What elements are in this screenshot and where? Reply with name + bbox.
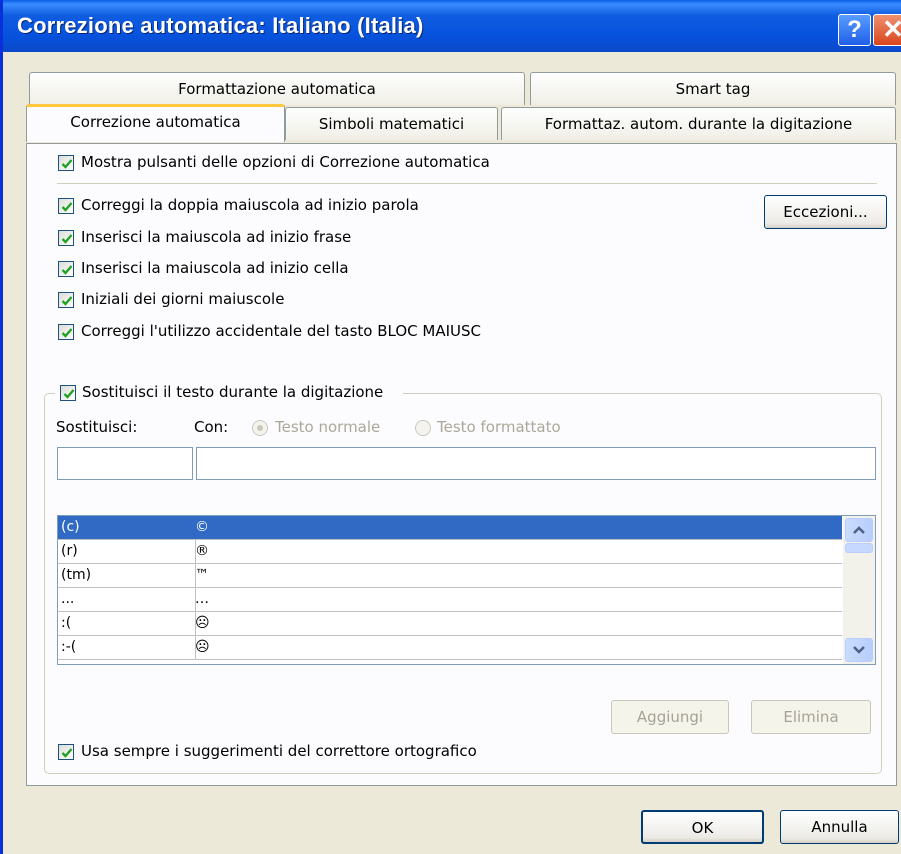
row-to: © [195,519,209,535]
cell-capital-label: Inserisci la maiuscola ad inizio cella [81,259,349,277]
show-buttons-checkbox[interactable] [58,155,74,171]
cancel-button[interactable]: Annulla [780,810,899,844]
window-title: Correzione automatica: Italiano (Italia) [17,13,424,38]
double-capital-label: Correggi la doppia maiuscola ad inizio p… [81,196,419,214]
caps-lock-checkbox[interactable] [58,324,74,340]
list-scrollbar[interactable] [843,516,875,664]
list-row[interactable]: :-( ☹ [58,636,842,660]
row-to: … [195,591,209,607]
add-button[interactable]: Aggiungi [611,700,729,734]
row-from: (c) [61,519,80,535]
list-row[interactable]: (r) ® [58,540,842,564]
replace-text-label: Sostituisci il testo durante la digitazi… [82,383,384,401]
close-button[interactable]: ✕ [873,14,901,46]
show-buttons-label: Mostra pulsanti delle opzioni di Correzi… [81,153,490,171]
caps-lock-label: Correggi l'utilizzo accidentale del tast… [81,322,481,340]
list-row[interactable]: (tm) ™ [58,564,842,588]
row-to: ☹ [195,615,210,631]
radio-formatted-text[interactable] [415,420,431,436]
chevron-down-icon [853,646,865,654]
tab-correzione-automatica[interactable]: Correzione automatica [26,104,285,142]
separator [57,183,877,184]
double-capital-checkbox[interactable] [58,198,74,214]
scroll-up-button[interactable] [845,518,873,542]
list-row[interactable]: :( ☹ [58,612,842,636]
ok-button[interactable]: OK [641,810,764,844]
with-label: Con: [194,418,229,436]
radio-formatted-label: Testo formattato [437,418,561,436]
row-from: (r) [61,543,78,559]
spelling-suggestions-checkbox[interactable] [58,744,74,760]
replacement-list[interactable]: (c) © (r) ® (tm) ™ ... … :( ☹:-(☹ [57,515,876,665]
day-names-checkbox[interactable] [58,292,74,308]
spelling-suggestions-label: Usa sempre i suggerimenti del correttore… [81,742,477,760]
replace-input[interactable] [57,447,193,480]
tab-simboli-matematici[interactable]: Simboli matematici [285,107,498,140]
exceptions-button[interactable]: Eccezioni... [764,195,887,229]
tab-formattazione-automatica[interactable]: Formattazione automatica [29,72,525,105]
scroll-thumb[interactable] [845,543,873,553]
replace-label: Sostituisci: [56,418,138,436]
sentence-capital-checkbox[interactable] [58,230,74,246]
radio-normal-label: Testo normale [275,418,381,436]
autocorrect-dialog: Correzione automatica: Italiano (Italia)… [0,0,901,854]
row-to: ® [195,543,209,559]
list-row[interactable]: ... … [58,588,842,612]
cell-capital-checkbox[interactable] [58,261,74,277]
scroll-down-button[interactable] [845,638,873,662]
row-to: ☹ [195,639,210,655]
row-to: ™ [195,567,209,583]
chevron-up-icon [853,526,865,534]
day-names-label: Iniziali dei giorni maiuscole [81,290,285,308]
radio-normal-text[interactable] [252,420,268,436]
row-from: :-( [61,639,77,655]
sentence-capital-label: Inserisci la maiuscola ad inizio frase [81,228,352,246]
help-button[interactable]: ? [838,14,871,46]
delete-button[interactable]: Elimina [751,700,871,734]
title-bar[interactable]: Correzione automatica: Italiano (Italia)… [3,0,901,52]
row-from: (tm) [61,567,92,583]
tab-smart-tag[interactable]: Smart tag [530,72,896,105]
replace-text-checkbox[interactable] [60,385,76,401]
with-input[interactable] [196,447,876,480]
row-from: :( [61,615,72,631]
list-row[interactable]: (c) © [58,516,842,540]
tab-formattaz-durante-digitazione[interactable]: Formattaz. autom. durante la digitazione [501,107,896,140]
row-from: ... [61,591,75,607]
